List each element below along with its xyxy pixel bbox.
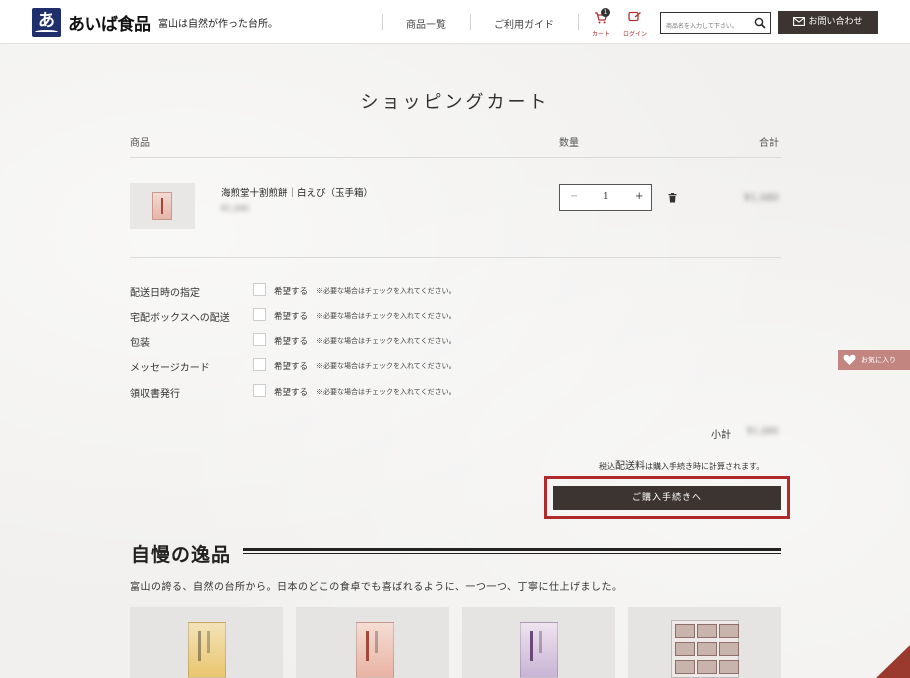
option-want-label: 希望する — [274, 362, 309, 372]
column-header-product: 商品 — [130, 138, 150, 149]
featured-title: 自慢の逸品 — [131, 544, 232, 566]
trash-icon[interactable] — [668, 193, 677, 203]
option-want-label: 希望する — [274, 287, 309, 297]
tagline: 富山は自然が作った台所。 — [158, 19, 278, 30]
featured-rule — [243, 553, 781, 554]
option-wrapping-label: 包装 — [130, 338, 150, 349]
column-header-quantity: 数量 — [559, 138, 579, 149]
option-want-label: 希望する — [274, 388, 309, 398]
shipping-link[interactable]: 配送料 — [615, 461, 645, 472]
option-receipt-label: 領収書発行 — [130, 389, 180, 400]
quantity-value[interactable]: 1 — [603, 192, 609, 202]
nav-divider — [578, 14, 579, 30]
page-top-corner[interactable] — [876, 645, 910, 678]
option-note: ※必要な場合はチェックを入れてください。 — [316, 337, 456, 345]
featured-product-card[interactable] — [130, 607, 283, 678]
logo-text[interactable]: あいば食品 — [68, 10, 151, 35]
option-receipt-checkbox[interactable] — [253, 384, 266, 397]
search-box — [660, 12, 771, 37]
quantity-increase-button[interactable]: + — [635, 191, 643, 202]
option-want-label: 希望する — [274, 312, 309, 322]
nav-divider — [470, 14, 471, 30]
option-delivery-box-label: 宅配ボックスへの配送 — [130, 313, 230, 324]
contact-label: お問い合わせ — [808, 17, 863, 27]
product-name[interactable]: 海煎堂十割煎餅｜白えび（玉手箱） — [221, 185, 373, 199]
heart-icon — [843, 354, 856, 365]
nav-divider — [382, 14, 383, 30]
login-icon — [628, 11, 641, 22]
featured-product-card[interactable] — [628, 607, 781, 678]
product-unit-price: ¥1,080 — [221, 204, 249, 213]
mail-icon — [793, 17, 806, 26]
nav-products[interactable]: 商品一覧 — [406, 16, 446, 31]
login-label: ログイン — [623, 31, 648, 38]
option-note: ※必要な場合はチェックを入れてください。 — [316, 388, 456, 396]
shipping-note: 税込配送料は購入手続き時に計算されます。 — [599, 461, 765, 472]
search-icon[interactable] — [754, 17, 766, 29]
featured-product-card[interactable] — [462, 607, 615, 678]
option-delivery-date-checkbox[interactable] — [253, 283, 266, 296]
option-note: ※必要な場合はチェックを入れてください。 — [316, 287, 456, 295]
site-header: あ あいば食品 富山は自然が作った台所。 商品一覧 ご利用ガイド 1 カート ロ… — [0, 0, 910, 44]
favorites-tab[interactable]: お気に入り — [838, 350, 910, 370]
product-thumbnail[interactable] — [130, 183, 195, 229]
line-total: ¥1,080 — [744, 193, 779, 204]
cart-count-badge: 1 — [601, 8, 610, 17]
divider — [130, 257, 781, 258]
checkout-button[interactable]: ご購入手続きへ — [553, 486, 781, 510]
featured-rule — [243, 548, 781, 551]
search-input[interactable] — [661, 16, 753, 37]
quantity-stepper: − 1 + — [559, 184, 652, 211]
divider — [130, 157, 781, 158]
subtotal-value: ¥1,080 — [747, 427, 779, 437]
option-delivery-box-checkbox[interactable] — [253, 308, 266, 321]
featured-product-card[interactable] — [296, 607, 449, 678]
page-title: ショッピングカート — [360, 92, 550, 113]
login-button[interactable]: ログイン — [623, 7, 649, 39]
logo-icon[interactable]: あ — [32, 8, 61, 37]
favorites-label: お気に入り — [861, 356, 896, 364]
quantity-decrease-button[interactable]: − — [570, 191, 578, 202]
option-note: ※必要な場合はチェックを入れてください。 — [316, 362, 456, 370]
option-note: ※必要な場合はチェックを入れてください。 — [316, 312, 456, 320]
cart-button[interactable]: 1 カート — [590, 7, 614, 39]
column-header-total: 合計 — [759, 138, 779, 149]
cart-label: カート — [592, 31, 611, 38]
nav-guide[interactable]: ご利用ガイド — [494, 16, 554, 31]
subtotal-label: 小計 — [711, 430, 731, 441]
contact-button[interactable]: お問い合わせ — [778, 11, 878, 34]
option-want-label: 希望する — [274, 337, 309, 347]
option-message-card-checkbox[interactable] — [253, 358, 266, 371]
option-wrapping-checkbox[interactable] — [253, 333, 266, 346]
option-message-card-label: メッセージカード — [130, 363, 210, 374]
featured-description: 富山の誇る、自然の台所から。日本のどこの食卓でも喜ばれるように、一つ一つ、丁寧に… — [130, 582, 623, 593]
option-delivery-date-label: 配送日時の指定 — [130, 288, 200, 299]
